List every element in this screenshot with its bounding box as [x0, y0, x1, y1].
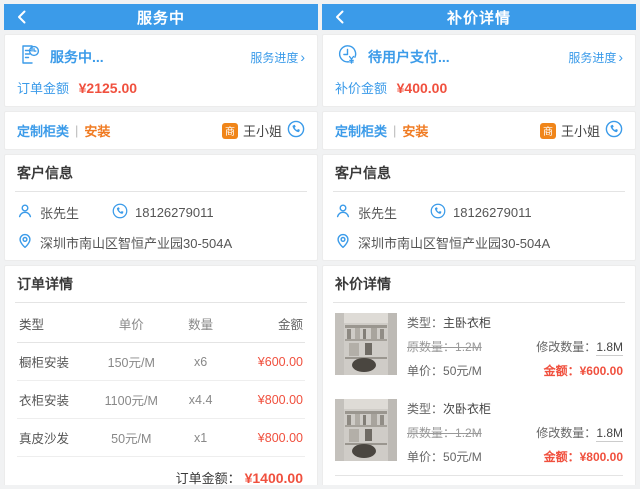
chevron-right-icon: › — [300, 50, 305, 64]
divider — [333, 191, 625, 192]
divider — [15, 191, 307, 192]
order-total-value: ¥1400.00 — [245, 470, 303, 485]
person-icon — [17, 203, 33, 222]
col-amount: 金额 — [230, 314, 303, 333]
customer-info-card: 客户信息 张先生 18126279011 深圳市南山区智恒产业园30-504A — [322, 154, 636, 261]
agent-name: 王小姐 — [243, 121, 282, 140]
divider — [15, 302, 307, 303]
screen-supplement-detail: 补价详情 待用户支付... 服务进度 › 补价金额 ¥400.00 — [322, 4, 636, 485]
status-card: 待用户支付... 服务进度 › 补价金额 ¥400.00 — [322, 34, 636, 107]
supplement-item: 类型：次卧衣柜 原数量：1.2M 修改数量：1.8M 单价：50元/M 金额：¥… — [335, 389, 623, 475]
service-progress-link[interactable]: 服务进度 › — [250, 49, 305, 66]
status-card: 服务中... 服务进度 › 订单金额 ¥2125.00 — [4, 34, 318, 107]
customer-address: 深圳市南山区智恒产业园30-504A — [358, 233, 550, 252]
order-amount-value: ¥2125.00 — [79, 80, 137, 96]
customer-phone[interactable]: 18126279011 — [135, 205, 214, 220]
item-type: 类型：次卧衣柜 — [407, 400, 491, 417]
category-agent-row: 定制柜类 | 安装 商 王小姐 — [322, 111, 636, 150]
order-amount-line: 订单金额 ¥2125.00 — [17, 78, 305, 97]
supplement-totals: 原订单金额：¥1000.00 补价后金额：¥1400.00 — [335, 475, 623, 485]
two-screen-composite: 服务中 服务中... 服务进度 › 订单金额 ¥2125.00 — [0, 0, 640, 489]
item-amount: 金额：¥600.00 — [544, 362, 623, 379]
item-unit-price: 单价：50元/M — [407, 362, 482, 379]
supplement-detail-title: 补价详情 — [335, 274, 623, 302]
item-unit-price: 单价：50元/M — [407, 448, 482, 465]
customer-info-card: 客户信息 张先生 18126279011 深圳市南山区智恒产业园30-504A — [4, 154, 318, 261]
order-total-line: 订单金额： ¥1400.00 — [17, 457, 305, 485]
col-qty: 数量 — [171, 314, 230, 333]
customer-name: 张先生 — [358, 203, 397, 222]
order-detail-card: 订单详情 类型 单价 数量 金额 橱柜安装 150元/M x6 ¥600.00 … — [4, 265, 318, 485]
merchant-badge-icon: 商 — [540, 123, 556, 139]
appbar-left: 服务中 — [4, 4, 318, 30]
item-type: 类型：主卧衣柜 — [407, 314, 491, 331]
customer-name: 张先生 — [40, 203, 79, 222]
call-agent-icon[interactable] — [605, 120, 623, 141]
wardrobe-photo — [335, 399, 397, 461]
supplement-amount-label: 补价金额 — [335, 81, 387, 96]
supplement-amount-value: ¥400.00 — [397, 80, 448, 96]
order-table: 类型 单价 数量 金额 橱柜安装 150元/M x6 ¥600.00 衣柜安装 … — [17, 305, 305, 457]
item-modified-qty: 修改数量：1.8M — [536, 424, 623, 441]
status-title: 服务中... — [50, 47, 104, 67]
service-type-label: 安装 — [402, 121, 428, 140]
item-original-qty: 原数量：1.2M — [407, 424, 482, 441]
table-row: 衣柜安装 1100元/M x4.4 ¥800.00 — [17, 381, 305, 419]
location-pin-icon — [335, 233, 351, 252]
back-icon[interactable] — [334, 4, 345, 30]
status-title: 待用户支付... — [368, 47, 450, 67]
table-row: 真皮沙发 50元/M x1 ¥800.00 — [17, 419, 305, 457]
customer-info-title: 客户信息 — [17, 163, 305, 191]
customer-address: 深圳市南山区智恒产业园30-504A — [40, 233, 232, 252]
agent-name: 王小姐 — [561, 121, 600, 140]
supplement-item: 类型：主卧衣柜 原数量：1.2M 修改数量：1.8M 单价：50元/M 金额：¥… — [335, 303, 623, 389]
item-modified-qty: 修改数量：1.8M — [536, 338, 623, 355]
customer-phone[interactable]: 18126279011 — [453, 205, 532, 220]
wardrobe-photo — [335, 313, 397, 375]
screen-service-in-progress: 服务中 服务中... 服务进度 › 订单金额 ¥2125.00 — [4, 4, 318, 485]
col-price: 单价 — [92, 314, 171, 333]
category-label: 定制柜类 — [17, 121, 69, 140]
customer-info-title: 客户信息 — [335, 163, 623, 191]
separator: | — [393, 123, 396, 138]
order-amount-label: 订单金额 — [17, 81, 69, 96]
pending-payment-clock-icon — [335, 42, 360, 72]
location-pin-icon — [17, 233, 33, 252]
order-table-header: 类型 单价 数量 金额 — [17, 305, 305, 343]
order-total-label: 订单金额： — [176, 471, 241, 485]
back-icon[interactable] — [16, 4, 27, 30]
person-icon — [335, 203, 351, 222]
order-document-clock-icon — [17, 42, 42, 72]
item-amount: 金额：¥800.00 — [544, 448, 623, 465]
supplement-detail-card: 补价详情 类型：主卧衣柜 — [322, 265, 636, 485]
phone-icon — [112, 203, 128, 222]
supplement-amount-line: 补价金额 ¥400.00 — [335, 78, 623, 97]
merchant-badge-icon: 商 — [222, 123, 238, 139]
call-agent-icon[interactable] — [287, 120, 305, 141]
category-agent-row: 定制柜类 | 安装 商 王小姐 — [4, 111, 318, 150]
page-title: 补价详情 — [447, 7, 511, 28]
table-row: 橱柜安装 150元/M x6 ¥600.00 — [17, 343, 305, 381]
phone-icon — [430, 203, 446, 222]
chevron-right-icon: › — [618, 50, 623, 64]
service-progress-link[interactable]: 服务进度 › — [568, 49, 623, 66]
category-label: 定制柜类 — [335, 121, 387, 140]
appbar-right: 补价详情 — [322, 4, 636, 30]
page-title: 服务中 — [137, 7, 185, 28]
col-type: 类型 — [19, 314, 92, 333]
separator: | — [75, 123, 78, 138]
order-detail-title: 订单详情 — [17, 274, 305, 302]
item-original-qty: 原数量：1.2M — [407, 338, 482, 355]
service-type-label: 安装 — [84, 121, 110, 140]
